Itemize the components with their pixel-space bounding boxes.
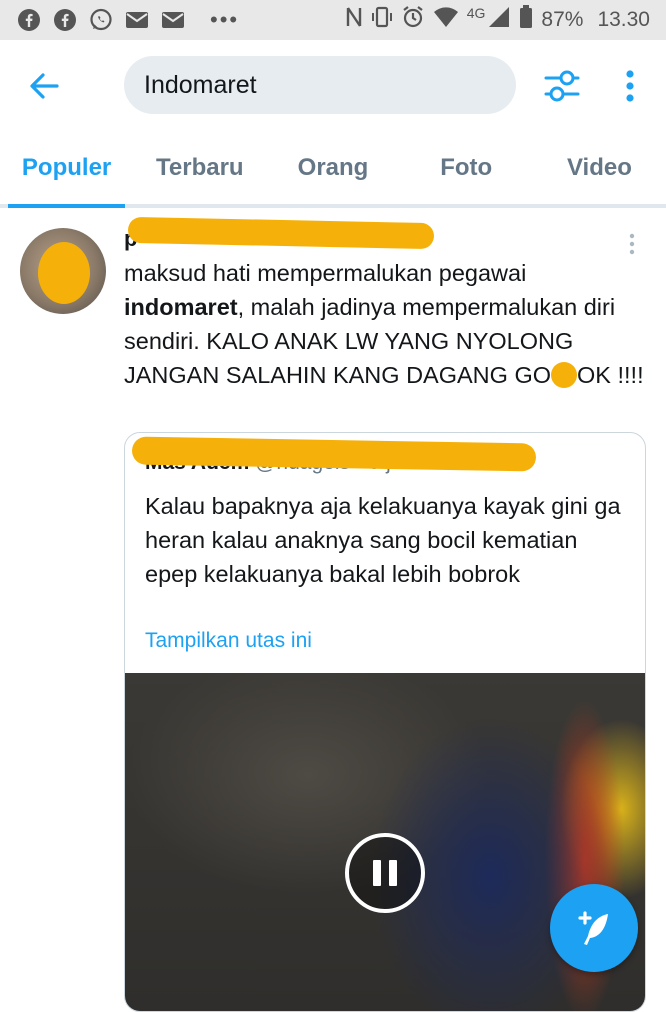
tab-orang[interactable]: Orang: [266, 132, 399, 204]
pause-button[interactable]: [345, 833, 425, 913]
wifi-icon: [433, 6, 459, 34]
quoted-tweet-text: Kalau bapaknya aja kelakuanya kayak gini…: [145, 493, 621, 587]
top-bar: Indomaret: [0, 40, 666, 132]
whatsapp-icon: [88, 7, 114, 33]
signal-icon: [487, 6, 511, 34]
back-arrow-icon: [30, 73, 59, 99]
redaction-mark: [551, 362, 578, 388]
search-tabs: Populer Terbaru Orang Foto Video: [0, 132, 666, 208]
more-dots-icon: •••: [210, 7, 240, 32]
tweet-keyword: indomaret: [124, 294, 238, 320]
facebook-icon: [16, 7, 42, 33]
filter-sliders-icon: [544, 70, 580, 102]
tweet-text-part: maksud hati mempermalukan pegawai: [124, 260, 527, 286]
pause-icon: [389, 860, 397, 886]
vertical-dots-icon: [626, 70, 634, 102]
tab-terbaru[interactable]: Terbaru: [133, 132, 266, 204]
tab-populer[interactable]: Populer: [0, 132, 133, 208]
battery-percent: 87%: [541, 8, 584, 31]
mail-icon: [124, 7, 150, 33]
compose-feather-icon: [578, 911, 608, 945]
alarm-icon: [401, 5, 425, 35]
tweet[interactable]: p maksud hati mempermalukan pegawai indo…: [0, 208, 666, 1012]
compose-tweet-button[interactable]: [550, 884, 638, 972]
pause-icon: [373, 860, 381, 886]
tab-video[interactable]: Video: [533, 132, 666, 204]
facebook-icon: [52, 7, 78, 33]
nfc-icon: [345, 6, 363, 34]
search-input[interactable]: Indomaret: [124, 56, 516, 114]
battery-icon: [519, 5, 533, 35]
tweet-text-part: OK !!!!: [577, 362, 644, 388]
overflow-menu-button[interactable]: [610, 64, 650, 108]
tab-foto[interactable]: Foto: [400, 132, 533, 204]
back-button[interactable]: [24, 66, 64, 106]
network-type: 4G: [466, 5, 486, 21]
show-thread-link[interactable]: Tampilkan utas ini: [145, 629, 312, 653]
redaction-mark: [38, 242, 90, 304]
status-bar: ••• 4G 87% 13.30: [0, 0, 666, 40]
avatar[interactable]: [20, 228, 106, 314]
clock: 13.30: [597, 8, 650, 31]
vibrate-icon: [371, 6, 393, 34]
mail-icon: [160, 7, 186, 33]
tweet-text: maksud hati mempermalukan pegawai indoma…: [124, 256, 644, 392]
vertical-dots-icon: [629, 233, 635, 255]
tweet-options-button[interactable]: [622, 230, 642, 258]
search-filter-button[interactable]: [540, 64, 584, 108]
